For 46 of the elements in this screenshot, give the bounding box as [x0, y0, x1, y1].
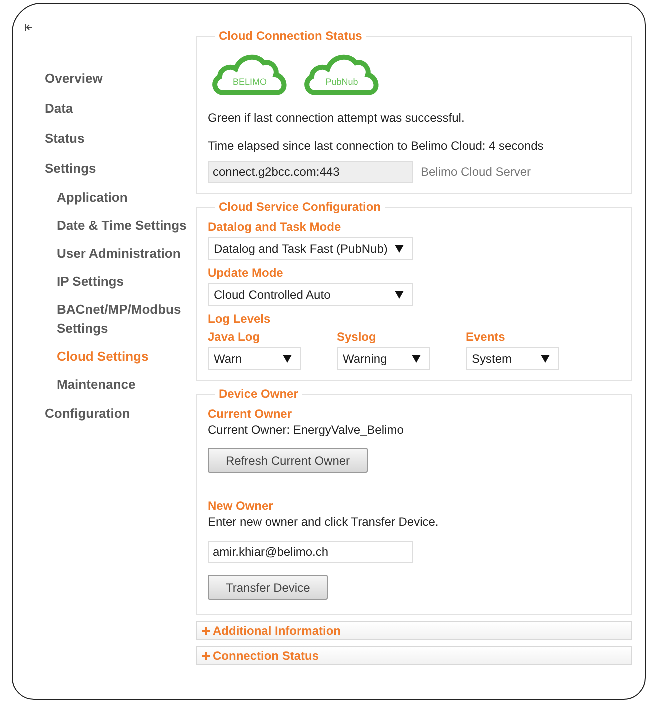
log-level-dropdown[interactable]: Warning: [337, 347, 430, 370]
field-label: Events: [466, 330, 506, 344]
server-address-field[interactable]: connect.g2bcc.com:443: [208, 161, 413, 183]
nav-item[interactable]: Configuration: [25, 399, 195, 429]
cloud-label: PubNub: [324, 77, 360, 87]
instruction-text: Enter new owner and click Transfer Device.: [208, 515, 439, 529]
status-note: Green if last connection attempt was successful.: [208, 111, 465, 125]
field-label: Update Mode: [208, 266, 284, 280]
nav-item[interactable]: Application: [25, 184, 207, 212]
nav-item[interactable]: Maintenance: [25, 371, 207, 399]
refresh-owner-button[interactable]: Refresh Current Owner: [208, 448, 368, 473]
mode-dropdown[interactable]: Cloud Controlled Auto: [208, 283, 413, 306]
field-label: Java Log: [208, 330, 262, 344]
nav-item[interactable]: Date & Time Settings: [25, 212, 207, 240]
nav-item[interactable]: IP Settings: [25, 268, 207, 296]
section-title: Cloud Service Configuration: [218, 200, 382, 214]
field-label: Syslog: [337, 330, 378, 344]
log-level-dropdown[interactable]: Warn: [208, 347, 301, 370]
cloud-label: BELIMO: [232, 77, 268, 87]
caret-icon: [541, 354, 550, 362]
nav-item[interactable]: Overview: [25, 64, 195, 94]
caret-icon: [412, 354, 421, 362]
caret-icon: [283, 354, 292, 362]
nav-item[interactable]: Status: [25, 124, 195, 154]
nav-item[interactable]: BACnet/MP/Modbus Settings: [25, 296, 207, 343]
field-label: Current Owner: [208, 407, 292, 421]
accordion-title: Additional Information: [213, 624, 341, 638]
caret-icon: [395, 290, 404, 298]
section-title: Device Owner: [218, 387, 300, 401]
accordion-title: Connection Status: [213, 648, 320, 662]
current-owner-text: Current Owner: EnergyValve_Belimo: [208, 423, 404, 437]
nav-item[interactable]: Data: [25, 94, 195, 124]
collapse-icon[interactable]: [25, 24, 33, 31]
mode-dropdown[interactable]: Datalog and Task Fast (PubNub): [208, 237, 413, 260]
elapsed-time-text: Time elapsed since last connection to Belimo Cloud: 4 seconds: [208, 139, 544, 153]
field-label: Log Levels: [208, 312, 271, 326]
server-label: Belimo Cloud Server: [421, 165, 532, 179]
new-owner-field[interactable]: amir.khiar@belimo.ch: [208, 541, 413, 563]
transfer-device-button[interactable]: Transfer Device: [208, 575, 328, 600]
field-label: New Owner: [208, 499, 274, 513]
nav-item[interactable]: Settings: [25, 154, 195, 184]
log-level-dropdown[interactable]: System: [466, 347, 559, 370]
field-label: Datalog and Task Mode: [208, 220, 342, 234]
section-title: Cloud Connection Status: [218, 29, 364, 43]
caret-icon: [395, 244, 404, 252]
nav-item[interactable]: User Administration: [25, 240, 207, 268]
